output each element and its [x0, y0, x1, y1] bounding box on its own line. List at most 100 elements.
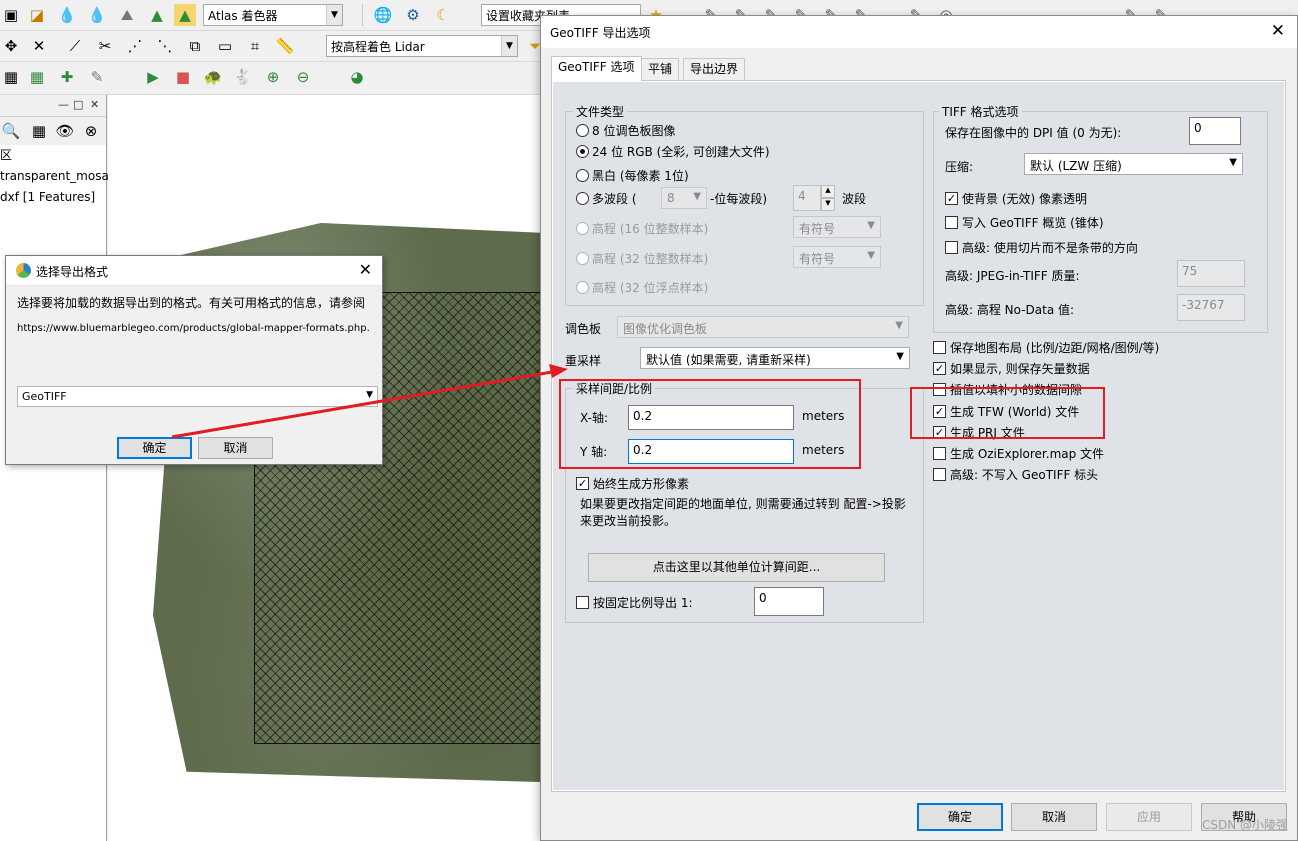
checkbox[interactable]: [933, 341, 946, 354]
square-pixels-checkbox[interactable]: ✓ 始终生成方形像素: [576, 475, 689, 492]
move-icon[interactable]: ✥: [0, 35, 22, 57]
compression-select[interactable]: 默认 (LZW 压缩) ▼: [1024, 153, 1243, 175]
calc-spacing-button[interactable]: 点击这里以其他单位计算间距...: [588, 553, 885, 582]
chart-icon[interactable]: ◕: [346, 66, 368, 88]
fixed-scale-input[interactable]: 0: [754, 587, 824, 616]
hillshade-icon[interactable]: ⛰: [116, 4, 138, 26]
radio-button[interactable]: [576, 145, 589, 158]
checkbox-checked[interactable]: ✓: [576, 477, 589, 490]
settings-icon[interactable]: ⚙: [402, 4, 424, 26]
radio-bw[interactable]: 黑白 (每像素 1位): [576, 167, 689, 184]
checkbox[interactable]: [933, 447, 946, 460]
shader-select[interactable]: Atlas 着色器 ▼: [203, 4, 343, 26]
radio-button[interactable]: [576, 281, 589, 294]
save-layout-checkbox[interactable]: 保存地图布局 (比例/边距/网格/图例/等): [933, 339, 1159, 356]
checkbox[interactable]: [576, 596, 589, 609]
zoom-out-icon[interactable]: ⊖: [292, 66, 314, 88]
puzzle-icon[interactable]: ✚: [56, 66, 78, 88]
zoom-in-icon[interactable]: ⊕: [262, 66, 284, 88]
eye-icon[interactable]: 👁: [54, 120, 76, 142]
split-icon[interactable]: ✂: [94, 35, 116, 57]
copy-shape-icon[interactable]: ⧉: [184, 35, 206, 57]
ok-button[interactable]: 确定: [117, 437, 192, 459]
checkbox-checked[interactable]: ✓: [933, 362, 946, 375]
radio-elev32i[interactable]: 高程 (32 位整数样本): [576, 250, 708, 267]
brush-icon[interactable]: ✎: [86, 66, 108, 88]
spin-down-icon[interactable]: ▼: [821, 198, 835, 211]
format-select[interactable]: GeoTIFF ▼: [17, 386, 378, 407]
tab-tiling[interactable]: 平铺: [641, 58, 680, 80]
checkbox-checked[interactable]: ✓: [945, 192, 958, 205]
spin-up-icon[interactable]: ▲: [821, 185, 835, 198]
checkbox[interactable]: [945, 241, 958, 254]
shader-icon[interactable]: ◪: [26, 4, 48, 26]
layer-icon[interactable]: ▦: [0, 66, 22, 88]
moon-icon[interactable]: ☾: [432, 4, 454, 26]
ozi-checkbox[interactable]: 生成 OziExplorer.map 文件: [933, 445, 1104, 462]
radio-elev16[interactable]: 高程 (16 位整数样本): [576, 220, 708, 237]
cancel-button[interactable]: 取消: [198, 437, 273, 459]
radio-button[interactable]: [576, 192, 589, 205]
layer-zoom-icon[interactable]: 🔍: [0, 120, 22, 142]
band-count-input[interactable]: 4: [793, 185, 821, 211]
contour-icon[interactable]: ▲: [174, 4, 196, 26]
close-icon[interactable]: ✕: [359, 260, 372, 279]
save-vector-checkbox[interactable]: ✓ 如果显示, 则保存矢量数据: [933, 360, 1090, 377]
tiles-checkbox[interactable]: 高级: 使用切片而不是条带的方向: [945, 239, 1138, 256]
no-header-checkbox[interactable]: 高级: 不写入 GeoTIFF 标头: [933, 466, 1098, 483]
stop-icon[interactable]: ■: [172, 66, 194, 88]
map-view[interactable]: [108, 95, 548, 841]
layer-remove-icon[interactable]: ⊗: [80, 120, 102, 142]
water-level-icon[interactable]: 💧: [56, 4, 78, 26]
close-icon[interactable]: ✕: [1271, 21, 1285, 41]
globe-icon[interactable]: 🌐: [372, 4, 394, 26]
line-icon[interactable]: ⟋: [64, 35, 86, 57]
checkbox[interactable]: [945, 216, 958, 229]
radio-multiband[interactable]: 多波段 (: [576, 190, 637, 207]
fixed-scale-checkbox[interactable]: 按固定比例导出 1:: [576, 594, 693, 611]
ok-button[interactable]: 确定: [917, 803, 1003, 831]
tab-geotiff-options[interactable]: GeoTIFF 选项: [551, 56, 642, 81]
radio-button[interactable]: [576, 169, 589, 182]
rectangle-icon[interactable]: ▭: [214, 35, 236, 57]
point-icon[interactable]: ✕: [28, 35, 50, 57]
3d-view-icon[interactable]: ▣: [0, 4, 22, 26]
rabbit-icon[interactable]: 🐇: [232, 66, 254, 88]
cancel-button[interactable]: 取消: [1011, 803, 1097, 831]
play-icon[interactable]: ▶: [142, 66, 164, 88]
transparent-bg-checkbox[interactable]: ✓ 使背景 (无效) 像素透明: [945, 190, 1087, 207]
radio-elev32f[interactable]: 高程 (32 位浮点样本): [576, 279, 708, 296]
lidar-shader-select[interactable]: 按高程着色 Lidar ▼: [326, 35, 518, 57]
dpi-input[interactable]: 0: [1189, 117, 1241, 145]
maximize-icon[interactable]: □: [73, 98, 83, 111]
radio-24bit[interactable]: 24 位 RGB (全彩, 可创建大文件): [576, 143, 770, 160]
grid-icon[interactable]: ▦: [26, 66, 48, 88]
close-icon[interactable]: ✕: [90, 98, 99, 111]
radio-8bit[interactable]: 8 位调色板图像: [576, 122, 675, 139]
turtle-icon[interactable]: 🐢: [202, 66, 224, 88]
resample-select[interactable]: 默认值 (如果需要, 请重新采样) ▼: [640, 347, 910, 369]
water-drop-icon[interactable]: 💧: [86, 4, 108, 26]
vertex-icon[interactable]: ⋰: [124, 35, 146, 57]
layer-add-icon[interactable]: ▦: [28, 120, 50, 142]
minimize-icon[interactable]: —: [58, 98, 69, 111]
radio-button[interactable]: [576, 222, 589, 235]
terrain-icon[interactable]: ▲: [146, 4, 168, 26]
checkbox[interactable]: [933, 468, 946, 481]
layer-item[interactable]: 区: [0, 145, 106, 166]
layer-item[interactable]: transparent_mosa: [0, 166, 109, 187]
elev16-sign-select[interactable]: 有符号 ▼: [793, 216, 881, 238]
tab-export-bounds[interactable]: 导出边界: [683, 58, 746, 80]
overview-checkbox[interactable]: 写入 GeoTIFF 概览 (锥体): [945, 214, 1104, 231]
radio-button[interactable]: [576, 252, 589, 265]
multiband-bits-select[interactable]: 8 ▼: [661, 187, 707, 209]
elev32-sign-select[interactable]: 有符号 ▼: [793, 246, 881, 268]
palette-select[interactable]: 图像优化调色板 ▼: [617, 316, 909, 338]
jpeg-quality-input[interactable]: 75: [1177, 260, 1245, 287]
layer-item[interactable]: dxf [1 Features]: [0, 187, 106, 208]
ruler-icon[interactable]: 📏: [274, 35, 296, 57]
radio-button[interactable]: [576, 124, 589, 137]
select-icon[interactable]: ⋱: [154, 35, 176, 57]
nodata-input[interactable]: -32767: [1177, 294, 1245, 321]
apply-button[interactable]: 应用: [1106, 803, 1192, 831]
